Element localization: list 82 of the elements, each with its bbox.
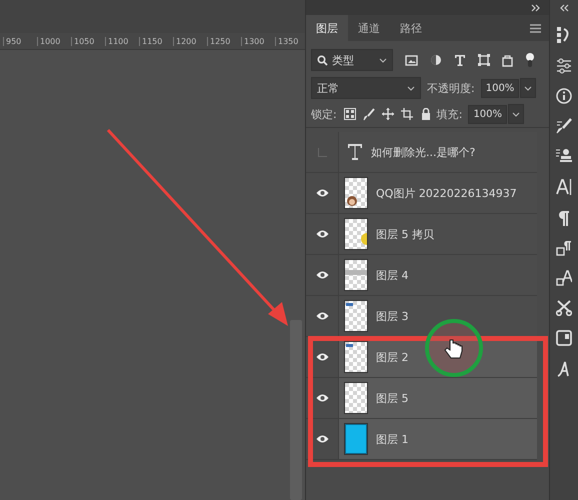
- info-icon[interactable]: [556, 88, 572, 104]
- chevron-down-icon: [379, 58, 387, 62]
- smart-object-filter-icon[interactable]: [502, 54, 513, 66]
- layer-name: 图层 3: [376, 308, 408, 324]
- move-icon[interactable]: [382, 108, 394, 120]
- layer-row[interactable]: 图层 5 拷贝: [306, 214, 537, 255]
- opacity-label: 不透明度:: [427, 80, 475, 96]
- layer-thumbnail: [344, 423, 368, 455]
- eye-icon[interactable]: [316, 271, 328, 279]
- layer-name: 如何删除光...是哪个?: [371, 144, 476, 160]
- ruler-label: 1150: [139, 36, 162, 46]
- brush-icon[interactable]: [556, 118, 572, 134]
- glyphs-icon[interactable]: [556, 360, 572, 378]
- layer-name: 图层 4: [376, 268, 408, 282]
- layer-row[interactable]: 如何删除光...是哪个?: [306, 132, 537, 173]
- ruler-label: 1100: [105, 36, 128, 46]
- menu-icon[interactable]: [530, 24, 541, 32]
- ruler-label: 1050: [71, 36, 94, 46]
- eye-icon[interactable]: [316, 312, 328, 320]
- fill-label: 填充:: [436, 106, 462, 122]
- eye-icon[interactable]: [316, 353, 328, 361]
- brush-icon[interactable]: [362, 108, 375, 120]
- eye-icon[interactable]: [316, 435, 328, 443]
- ruler-label: 950: [3, 36, 26, 46]
- ruler-label: 1300: [241, 36, 264, 46]
- chevron-down-icon: [407, 86, 415, 90]
- note-icon[interactable]: [556, 330, 572, 346]
- layer-thumbnail: [344, 300, 368, 332]
- eye-icon[interactable]: [316, 230, 328, 238]
- paragraph-styles-icon[interactable]: [556, 240, 572, 256]
- layer-thumbnail: [344, 259, 368, 291]
- click-highlight: [425, 319, 483, 377]
- layer-row[interactable]: QQ图片 20220226134937: [306, 173, 537, 214]
- shape-filter-icon[interactable]: [478, 54, 490, 66]
- layer-row[interactable]: 图层 1: [306, 419, 537, 460]
- layer-row[interactable]: 图层 5: [306, 378, 537, 419]
- lock-label: 锁定:: [311, 106, 337, 122]
- image-filter-icon[interactable]: [405, 54, 418, 66]
- panel-tab[interactable]: 通道: [348, 15, 390, 41]
- type-filter-icon[interactable]: [454, 54, 466, 66]
- layer-row[interactable]: 图层 4: [306, 255, 537, 296]
- ruler-label: 1350: [275, 36, 298, 46]
- filter-dropdown[interactable]: 类型: [311, 49, 393, 71]
- blend-mode-dropdown[interactable]: 正常: [311, 77, 421, 99]
- ruler-label: 1200: [173, 36, 196, 46]
- scissors-icon[interactable]: [556, 300, 572, 316]
- lock-pixels-icon[interactable]: [344, 108, 356, 120]
- ruler-label: 1250: [207, 36, 230, 46]
- layer-thumbnail: [344, 177, 368, 209]
- layer-thumbnail: [344, 382, 368, 414]
- paragraph-icon[interactable]: [558, 210, 570, 226]
- character-icon[interactable]: [556, 178, 572, 196]
- text-layer-icon: [347, 143, 363, 161]
- visibility-toggle[interactable]: [318, 148, 326, 156]
- chevron-down-icon: [524, 86, 532, 90]
- ruler-label: 1000: [37, 36, 60, 46]
- layer-name: 图层 5 拷贝: [376, 226, 434, 242]
- layer-name: QQ图片 20220226134937: [376, 186, 517, 200]
- opacity-field[interactable]: 100%: [480, 78, 520, 98]
- filter-toggle-icon[interactable]: [525, 53, 535, 67]
- panel-tab[interactable]: 图层: [306, 15, 348, 41]
- adjustment-filter-icon[interactable]: [430, 54, 442, 66]
- opacity-dropdown[interactable]: [520, 78, 536, 98]
- eye-icon[interactable]: [316, 394, 328, 402]
- search-icon: [317, 54, 328, 66]
- adjustments-icon[interactable]: [556, 58, 572, 74]
- fill-field[interactable]: 100%: [468, 104, 508, 124]
- layer-name: 图层 5: [376, 390, 408, 406]
- layer-thumbnail: [344, 218, 368, 250]
- layer-thumbnail: [344, 341, 368, 373]
- character-styles-icon[interactable]: [556, 270, 572, 286]
- panel-tab[interactable]: 路径: [390, 15, 432, 41]
- layer-name: 图层 2: [376, 350, 408, 364]
- chevron-down-icon: [512, 112, 520, 116]
- fill-dropdown[interactable]: [508, 104, 524, 124]
- eye-icon[interactable]: [316, 189, 328, 197]
- stamp-icon[interactable]: [556, 148, 572, 164]
- collapse-icon[interactable]: [559, 4, 569, 12]
- layer-name: 图层 1: [376, 432, 408, 446]
- collapse-icon[interactable]: [531, 4, 541, 12]
- hand-cursor-icon: [444, 340, 462, 358]
- lock-icon[interactable]: [420, 108, 431, 120]
